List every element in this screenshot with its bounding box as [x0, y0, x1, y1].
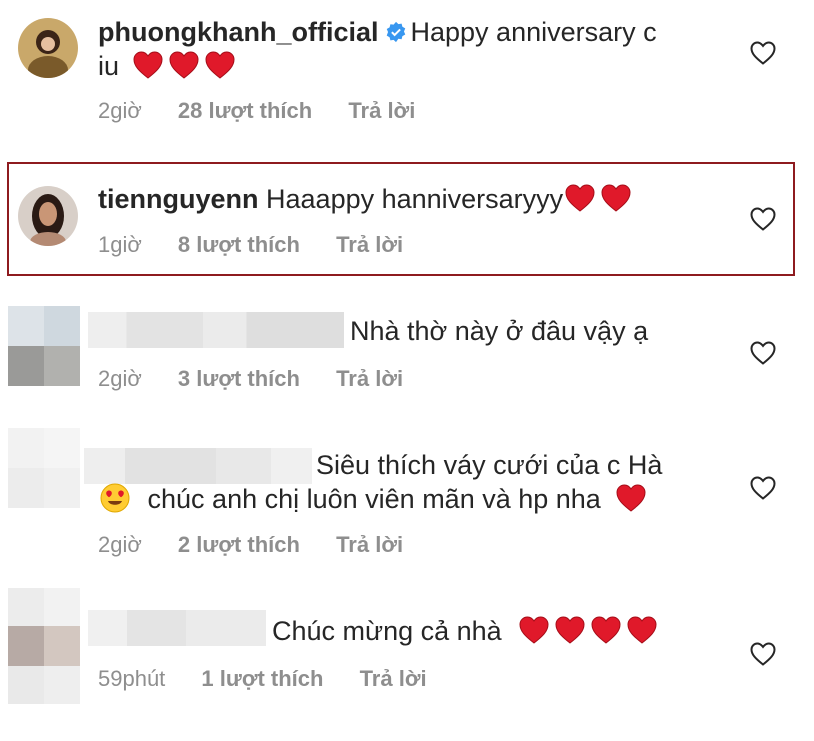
- username[interactable]: phuongkhanh_official: [98, 17, 379, 47]
- red-heart-emoji: [169, 51, 199, 79]
- comment-text: Siêu thích váy cưới của c Hà: [316, 450, 663, 480]
- likes-count[interactable]: 28 lượt thích: [178, 98, 312, 123]
- reply-button[interactable]: Trả lời: [336, 232, 403, 257]
- avatar[interactable]: [8, 588, 80, 704]
- username[interactable]: tiennguyenn: [98, 184, 259, 214]
- comment-body: phuongkhanh_official Happy anniversary c …: [98, 15, 738, 83]
- red-heart-emoji: [565, 184, 595, 212]
- comment-body: tiennguyenn Haaappy hanniversaryyy: [98, 182, 738, 216]
- red-heart-emoji: [519, 616, 549, 644]
- avatar[interactable]: [8, 306, 80, 386]
- comment-text: Haaappy hanniversaryyy: [266, 184, 564, 214]
- red-heart-emoji: [133, 51, 163, 79]
- comment-text-cont: chúc anh chị luôn viên mãn và hp nha: [147, 484, 601, 514]
- avatar[interactable]: [18, 18, 78, 78]
- red-heart-emoji: [591, 616, 621, 644]
- timestamp: 2giờ: [98, 366, 142, 391]
- avatar[interactable]: [8, 428, 80, 508]
- comment-body: Siêu thích váy cưới của c Hà: [316, 448, 736, 482]
- comment-text: Nhà thờ này ở đâu vậy ạ: [350, 316, 649, 346]
- comment-meta: 1giờ 8 lượt thích Trả lời: [98, 232, 433, 258]
- reply-button[interactable]: Trả lời: [336, 366, 403, 391]
- comment-meta: 2giờ 3 lượt thích Trả lời: [98, 366, 433, 392]
- username[interactable]: [88, 610, 266, 646]
- timestamp: 59phút: [98, 666, 166, 691]
- heart-outline-icon[interactable]: [750, 642, 776, 666]
- reply-button[interactable]: Trả lời: [348, 98, 415, 123]
- heart-eyes-emoji: [100, 483, 130, 513]
- heart-outline-icon[interactable]: [750, 207, 776, 231]
- likes-count[interactable]: 3 lượt thích: [178, 366, 300, 391]
- red-heart-emoji: [616, 484, 646, 512]
- likes-count[interactable]: 1 lượt thích: [201, 666, 323, 691]
- comment-meta: 59phút 1 lượt thích Trả lời: [98, 666, 457, 692]
- heart-outline-icon[interactable]: [750, 41, 776, 65]
- timestamp: 2giờ: [98, 98, 142, 123]
- reply-button[interactable]: Trả lời: [360, 666, 427, 691]
- avatar[interactable]: [18, 186, 78, 246]
- comment-text: Happy anniversary c: [410, 17, 657, 47]
- red-heart-emoji: [601, 184, 631, 212]
- red-heart-emoji: [205, 51, 235, 79]
- timestamp: 2giờ: [98, 532, 142, 557]
- likes-count[interactable]: 2 lượt thích: [178, 532, 300, 557]
- reply-button[interactable]: Trả lời: [336, 532, 403, 557]
- comment-meta: 2giờ 2 lượt thích Trả lời: [98, 532, 433, 558]
- username[interactable]: [88, 312, 344, 348]
- likes-count[interactable]: 8 lượt thích: [178, 232, 300, 257]
- verified-badge-icon: [386, 21, 405, 43]
- red-heart-emoji: [555, 616, 585, 644]
- comment-text: Chúc mừng cả nhà: [272, 616, 502, 646]
- heart-outline-icon[interactable]: [750, 341, 776, 365]
- comment-body: Nhà thờ này ở đâu vậy ạ: [350, 314, 730, 348]
- red-heart-emoji: [627, 616, 657, 644]
- heart-outline-icon[interactable]: [750, 476, 776, 500]
- comment-body-line2: chúc anh chị luôn viên mãn và hp nha: [100, 482, 740, 516]
- timestamp: 1giờ: [98, 232, 142, 257]
- username[interactable]: [84, 448, 312, 484]
- comment-text-cont: iu: [98, 51, 120, 81]
- comment-meta: 2giờ 28 lượt thích Trả lời: [98, 98, 445, 124]
- comment-body: Chúc mừng cả nhà: [272, 614, 732, 648]
- highlight-box: [7, 162, 795, 276]
